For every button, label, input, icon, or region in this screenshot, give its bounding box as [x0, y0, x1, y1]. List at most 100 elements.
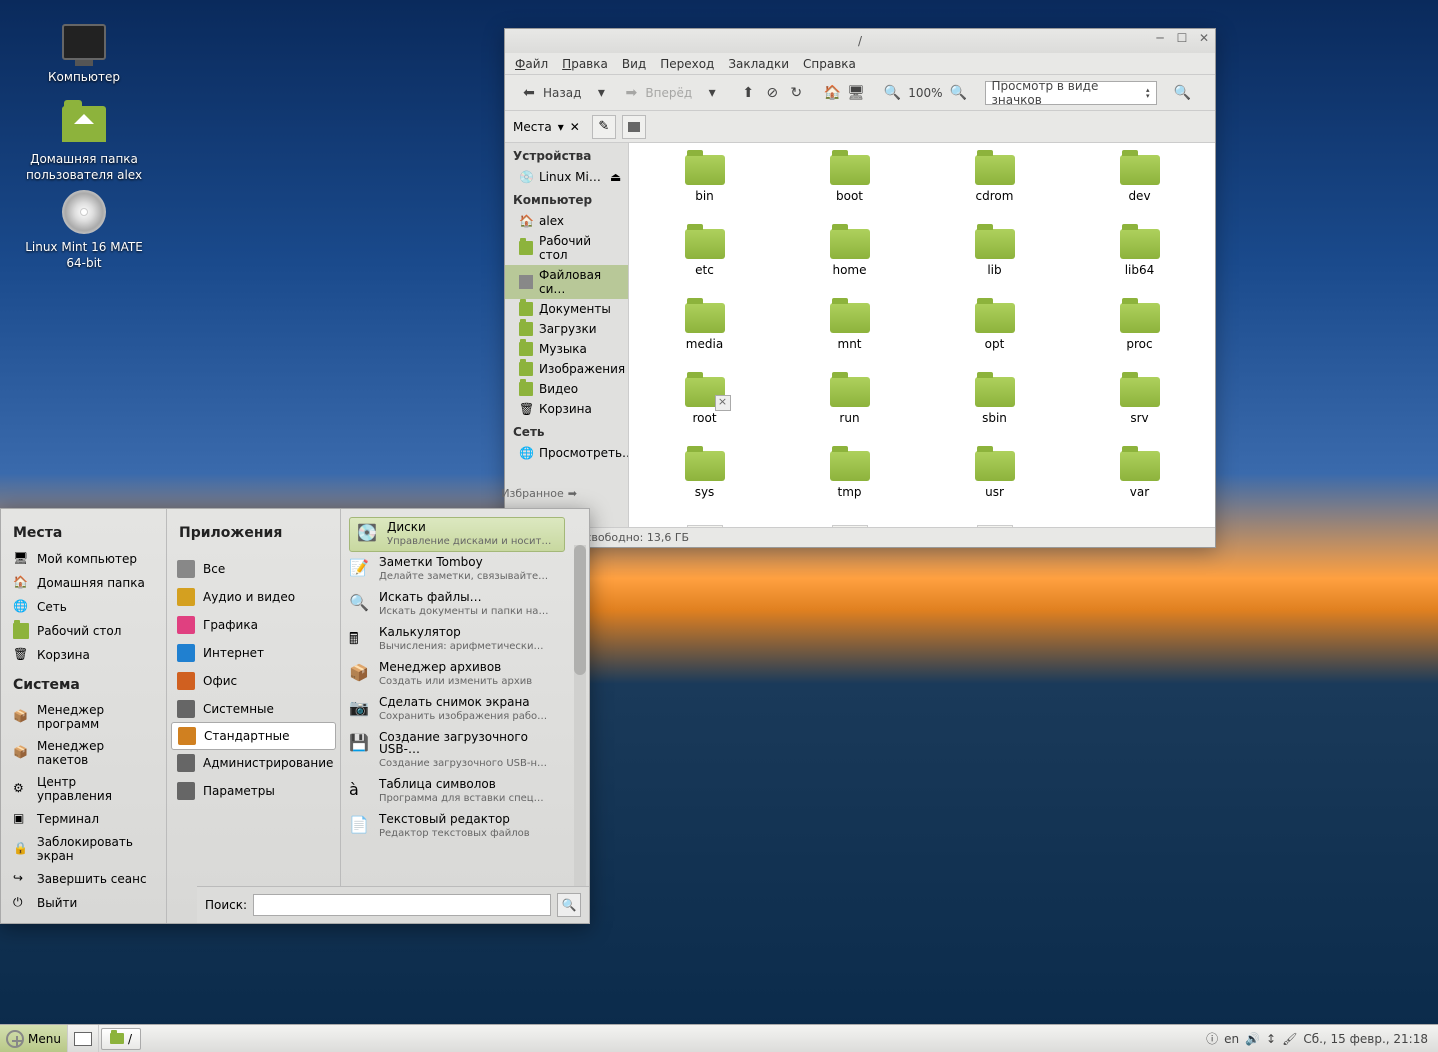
menu-view[interactable]: Вид — [622, 57, 646, 71]
desktop-icon-home[interactable]: Домашняя папка пользователя alex — [24, 100, 144, 183]
folder-sys[interactable]: sys — [633, 447, 776, 519]
search-button[interactable]: 🔍 — [557, 893, 581, 917]
folder-var[interactable]: var — [1068, 447, 1211, 519]
system-logout[interactable]: ↪Завершить сеанс — [1, 867, 166, 891]
folder-media[interactable]: media — [633, 299, 776, 371]
place-home[interactable]: 🏠Домашняя папка — [1, 571, 166, 595]
app-item-4[interactable]: 📦Менеджер архивовСоздать или изменить ар… — [341, 657, 573, 692]
folder-root[interactable]: root — [633, 373, 776, 445]
category-8[interactable]: Параметры — [167, 777, 340, 805]
folder-proc[interactable]: proc — [1068, 299, 1211, 371]
path-root-button[interactable] — [622, 115, 646, 139]
desktop-icon-computer[interactable]: Компьютер — [24, 18, 144, 86]
menu-help[interactable]: Справка — [803, 57, 856, 71]
category-2[interactable]: Графика — [167, 611, 340, 639]
app-item-5[interactable]: 📷Сделать снимок экранаСохранить изображе… — [341, 692, 573, 727]
back-dropdown[interactable]: ▾ — [591, 83, 611, 103]
close-button[interactable]: ✕ — [1197, 31, 1211, 45]
place-desktop[interactable]: Рабочий стол — [1, 619, 166, 643]
sidebar-device[interactable]: 💿Linux Mi…⏏ — [505, 167, 628, 187]
sidebar-music[interactable]: Музыка — [505, 339, 628, 359]
folder-dev[interactable]: dev — [1068, 151, 1211, 223]
folder-usr[interactable]: usr — [923, 447, 1066, 519]
tray-network-icon[interactable]: ↕ — [1266, 1032, 1276, 1046]
system-control-center[interactable]: ⚙Центр управления — [1, 771, 166, 807]
app-item-2[interactable]: 🔍Искать файлы…Искать документы и папки н… — [341, 587, 573, 622]
tray-language[interactable]: en — [1224, 1032, 1239, 1046]
close-sidebar-button[interactable]: ✕ — [570, 120, 580, 134]
category-3[interactable]: Интернет — [167, 639, 340, 667]
category-7[interactable]: Администрирование — [167, 749, 340, 777]
folder-boot[interactable]: boot — [778, 151, 921, 223]
file-grid[interactable]: binbootcdromdev etchomeliblib64 mediamntop… — [629, 143, 1215, 527]
system-quit[interactable]: ⏻Выйти — [1, 891, 166, 915]
maximize-button[interactable]: ☐ — [1175, 31, 1189, 45]
category-5[interactable]: Системные — [167, 695, 340, 723]
category-0[interactable]: Все — [167, 555, 340, 583]
app-item-6[interactable]: 💾Создание загрузочного USB-…Создание заг… — [341, 727, 573, 774]
folder-cdrom[interactable]: cdrom — [923, 151, 1066, 223]
view-mode-select[interactable]: Просмотр в виде значков ▴▾ — [985, 81, 1157, 105]
folder-run[interactable]: run — [778, 373, 921, 445]
sidebar-downloads[interactable]: Загрузки — [505, 319, 628, 339]
minimize-button[interactable]: ─ — [1153, 31, 1167, 45]
folder-opt[interactable]: opt — [923, 299, 1066, 371]
system-package-manager[interactable]: 📦Менеджер пакетов — [1, 735, 166, 771]
taskbar-task-filemanager[interactable]: / — [101, 1028, 141, 1050]
place-my-computer[interactable]: 🖥Мой компьютер — [1, 547, 166, 571]
tray-info-icon[interactable]: ⓘ — [1206, 1030, 1218, 1047]
category-6[interactable]: Стандартные — [171, 722, 336, 750]
folder-sbin[interactable]: sbin — [923, 373, 1066, 445]
category-4[interactable]: Офис — [167, 667, 340, 695]
folder-etc[interactable]: etc — [633, 225, 776, 297]
favorites-toggle[interactable]: Избранное ➡ — [501, 487, 577, 500]
home-button[interactable]: 🏠 — [822, 83, 842, 103]
app-item-8[interactable]: 📄Текстовый редакторРедактор текстовых фа… — [341, 809, 573, 844]
folder-srv[interactable]: srv — [1068, 373, 1211, 445]
app-item-3[interactable]: 🖩КалькуляторВычисления: арифметические, … — [341, 622, 573, 657]
up-button[interactable]: ⬆ — [738, 83, 758, 103]
folder-home[interactable]: home — [778, 225, 921, 297]
app-item-7[interactable]: àТаблица символовПрограмма для вставки с… — [341, 774, 573, 809]
app-item-0[interactable]: 💽ДискиУправление дисками и носителями — [349, 517, 565, 552]
search-button[interactable]: 🔍 — [1173, 83, 1193, 103]
folder-mnt[interactable]: mnt — [778, 299, 921, 371]
sidebar-desktop[interactable]: Рабочий стол — [505, 231, 628, 265]
sidebar-trash[interactable]: 🗑Корзина — [505, 399, 628, 419]
apps-scrollbar[interactable] — [574, 545, 586, 887]
window-titlebar[interactable]: / ─ ☐ ✕ — [505, 29, 1215, 53]
forward-button[interactable]: ➡Вперёд — [615, 81, 698, 105]
eject-icon[interactable]: ⏏ — [610, 170, 620, 184]
menu-button[interactable]: Menu — [0, 1025, 68, 1052]
menu-file[interactable]: Файл — [515, 57, 548, 71]
reload-button[interactable]: ↻ — [786, 83, 806, 103]
place-trash[interactable]: 🗑Корзина — [1, 643, 166, 667]
menu-go[interactable]: Переход — [660, 57, 714, 71]
category-1[interactable]: Аудио и видео — [167, 583, 340, 611]
folder-bin[interactable]: bin — [633, 151, 776, 223]
sidebar-documents[interactable]: Документы — [505, 299, 628, 319]
system-lock[interactable]: 🔒Заблокировать экран — [1, 831, 166, 867]
zoom-out-button[interactable]: 🔍 — [882, 83, 902, 103]
edit-path-button[interactable]: ✎ — [592, 115, 616, 139]
sidebar-filesystem[interactable]: Файловая си… — [505, 265, 628, 299]
place-network[interactable]: 🌐Сеть — [1, 595, 166, 619]
tray-updates-icon[interactable]: 🖌 — [1282, 1032, 1297, 1046]
show-desktop-button[interactable] — [68, 1025, 99, 1052]
menu-bookmarks[interactable]: Закладки — [728, 57, 789, 71]
sidebar-videos[interactable]: Видео — [505, 379, 628, 399]
folder-lib64[interactable]: lib64 — [1068, 225, 1211, 297]
places-dropdown[interactable]: ▾ — [558, 120, 564, 134]
desktop-icon-installer[interactable]: Linux Mint 16 MATE 64-bit — [24, 188, 144, 271]
folder-tmp[interactable]: tmp — [778, 447, 921, 519]
menu-edit[interactable]: Правка — [562, 57, 608, 71]
stop-button[interactable]: ⊘ — [762, 83, 782, 103]
sidebar-browse-network[interactable]: 🌐Просмотреть… — [505, 443, 628, 463]
search-input[interactable] — [253, 894, 551, 916]
app-item-1[interactable]: 📝Заметки TomboyДелайте заметки, связывай… — [341, 552, 573, 587]
folder-lib[interactable]: lib — [923, 225, 1066, 297]
forward-dropdown[interactable]: ▾ — [702, 83, 722, 103]
sidebar-home[interactable]: 🏠alex — [505, 211, 628, 231]
computer-button[interactable]: 🖥 — [846, 83, 866, 103]
sidebar-pictures[interactable]: Изображения — [505, 359, 628, 379]
